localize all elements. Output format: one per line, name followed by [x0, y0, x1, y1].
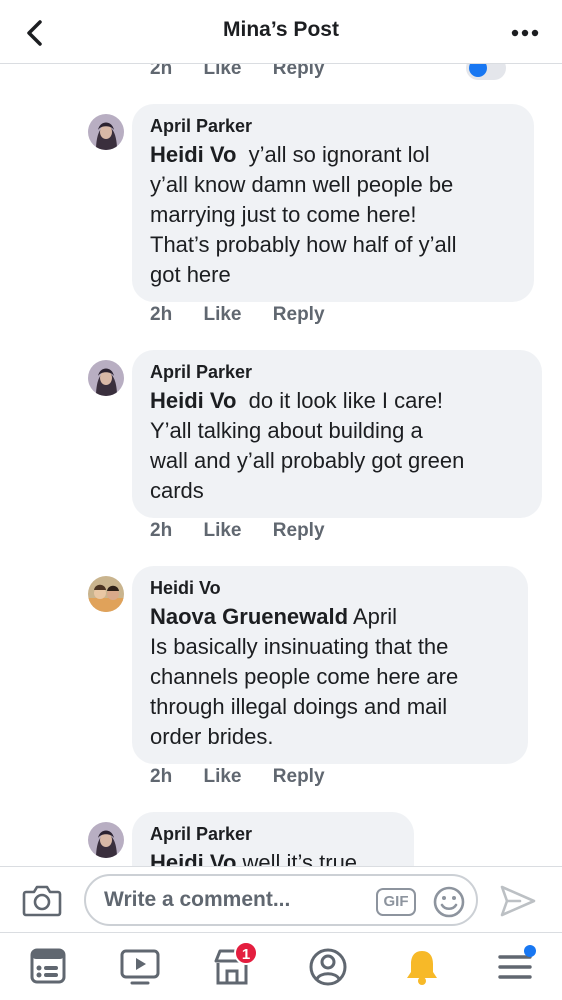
- like-button[interactable]: Like: [203, 520, 241, 542]
- comment-line: wall and y’all probably got green: [150, 448, 465, 473]
- comment-text: Heidi Vo well it’s true: [150, 848, 396, 866]
- bottom-tab-bar: 1: [0, 932, 562, 1000]
- avatar-april-parker-icon: [88, 360, 124, 396]
- comment-time: 2h: [150, 64, 173, 79]
- reply-button[interactable]: Reply: [273, 766, 325, 788]
- comment-line: Is basically insinuating that the: [150, 634, 449, 659]
- comment-line: y’all so ignorant lol: [248, 142, 430, 167]
- avatar[interactable]: [88, 114, 124, 150]
- comment-text: Naova Gruenewald April Is basically insi…: [150, 602, 510, 752]
- emoji-icon[interactable]: [432, 885, 466, 919]
- comment-composer: Write a comment... GIF: [0, 866, 562, 932]
- comment-actions-partial: 2h Like Reply: [150, 64, 351, 80]
- post-header: Mina’s Post: [0, 0, 562, 64]
- tab-menu[interactable]: [494, 945, 538, 987]
- avatar-heidi-vo-icon: [88, 576, 124, 612]
- mention-link[interactable]: Heidi Vo: [150, 388, 236, 413]
- reply-button[interactable]: Reply: [273, 520, 325, 542]
- comment-author[interactable]: April Parker: [150, 822, 396, 846]
- mention-link[interactable]: Heidi Vo: [150, 850, 236, 866]
- comment-time: 2h: [150, 520, 173, 541]
- comment-author[interactable]: April Parker: [150, 360, 524, 384]
- tab-marketplace[interactable]: 1: [210, 941, 258, 987]
- comment-bubble[interactable]: April Parker Heidi Vo well it’s true: [132, 812, 414, 866]
- reply-button[interactable]: Reply: [273, 304, 325, 326]
- comment-author[interactable]: April Parker: [150, 114, 516, 138]
- avatar-april-parker-icon: [88, 114, 124, 150]
- tab-notifications[interactable]: [400, 947, 444, 987]
- gif-button[interactable]: GIF: [376, 888, 416, 916]
- page-title: Mina’s Post: [223, 18, 339, 41]
- bell-icon: [407, 951, 437, 985]
- news-feed-icon: [30, 948, 66, 984]
- comment-line: cards: [150, 478, 204, 503]
- comment-placeholder: Write a comment...: [104, 888, 291, 911]
- mention-link[interactable]: Naova Gruenewald: [150, 604, 348, 629]
- comment-line: order brides.: [150, 724, 274, 749]
- comment-bubble[interactable]: April Parker Heidi Vo do it look like I …: [132, 350, 542, 518]
- mention-link[interactable]: Heidi Vo: [150, 142, 236, 167]
- notification-dot: [524, 945, 536, 957]
- comment-line: through illegal doings and mail: [150, 694, 448, 719]
- avatar[interactable]: [88, 822, 124, 858]
- ellipsis-icon[interactable]: [510, 24, 540, 42]
- comment-line: That’s probably how half of y’all: [150, 232, 457, 257]
- comment-time: 2h: [150, 304, 173, 325]
- like-button[interactable]: Like: [203, 304, 241, 326]
- comment-line: April: [352, 604, 397, 629]
- tab-watch[interactable]: [118, 947, 162, 987]
- comment-actions: 2h Like Reply: [150, 520, 351, 542]
- comment-author[interactable]: Heidi Vo: [150, 576, 510, 600]
- comment-line: y’all know damn well people be: [150, 172, 454, 197]
- comment-text: Heidi Vo y’all so ignorant lol y’all kno…: [150, 140, 516, 290]
- profile-icon: [309, 948, 347, 986]
- comment-actions: 2h Like Reply: [150, 304, 351, 326]
- tab-profile[interactable]: [306, 947, 350, 987]
- comment-actions: 2h Like Reply: [150, 766, 351, 788]
- comment-input[interactable]: Write a comment... GIF: [84, 874, 478, 926]
- avatar-april-parker-icon: [88, 822, 124, 858]
- notification-badge: 1: [234, 941, 258, 965]
- avatar[interactable]: [88, 576, 124, 612]
- watch-icon: [120, 949, 160, 985]
- comment-line: Y’all talking about building a: [150, 418, 423, 443]
- comment-time: 2h: [150, 766, 173, 787]
- comment-line: do it look like I care!: [248, 388, 444, 413]
- comment-feed[interactable]: 2h Like Reply April Parker Heidi Vo y’al…: [0, 64, 562, 866]
- comment-line: got here: [150, 262, 231, 287]
- comment-line: well it’s true: [242, 850, 358, 866]
- reply-button[interactable]: Reply: [273, 64, 325, 80]
- comment-bubble[interactable]: Heidi Vo Naova Gruenewald April Is basic…: [132, 566, 528, 764]
- comment-line: channels people come here are: [150, 664, 459, 689]
- send-icon[interactable]: [498, 883, 538, 919]
- comment-bubble[interactable]: April Parker Heidi Vo y’all so ignorant …: [132, 104, 534, 302]
- avatar[interactable]: [88, 360, 124, 396]
- like-button[interactable]: Like: [203, 766, 241, 788]
- tab-news-feed[interactable]: [26, 947, 70, 987]
- comment-line: marrying just to come here!: [150, 202, 417, 227]
- camera-icon[interactable]: [22, 883, 62, 917]
- like-button[interactable]: Like: [203, 64, 241, 80]
- reaction-indicator: [466, 64, 506, 80]
- comment-text: Heidi Vo do it look like I care! Y’all t…: [150, 386, 524, 506]
